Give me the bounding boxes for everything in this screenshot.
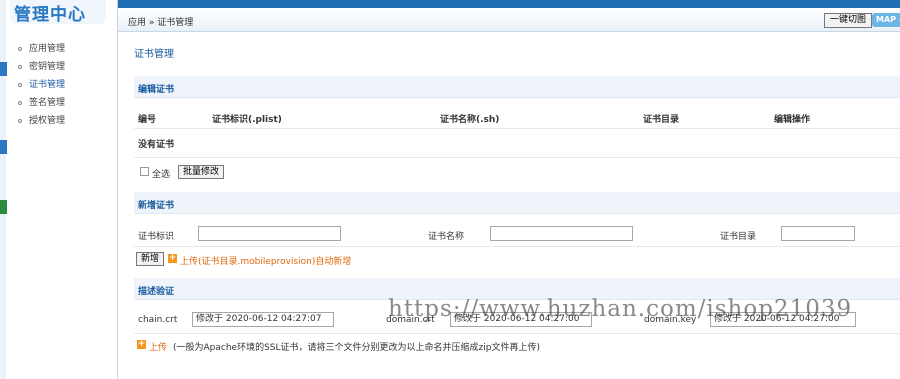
section-title: 编辑证书	[138, 85, 175, 95]
column-header-dir: 证书目录	[643, 115, 680, 125]
breadcrumb: 应用 » 证书管理	[128, 18, 194, 28]
cert-name-label: 证书名称	[428, 232, 465, 242]
select-all-label: 全选	[152, 170, 171, 180]
domain-crt-label: domain.crt	[386, 315, 435, 325]
column-header-id: 编号	[138, 115, 157, 125]
batch-edit-button[interactable]: 批量修改	[178, 165, 225, 179]
strip-icon	[0, 200, 7, 214]
chain-crt-label: chain.crt	[138, 315, 178, 325]
sidebar-item-label: 签名管理	[29, 98, 66, 108]
divider	[134, 128, 900, 129]
strip-icon	[0, 62, 7, 76]
cert-dir-input[interactable]	[781, 226, 855, 241]
map-button[interactable]: MAP ◂	[872, 13, 900, 27]
plus-icon: +	[137, 339, 146, 349]
column-header-sh: 证书名称(.sh)	[440, 115, 500, 125]
select-all-checkbox[interactable]	[140, 167, 149, 176]
sidebar-item-certificates[interactable]: 证书管理	[18, 76, 65, 94]
verify-section-header: 描述验证	[134, 278, 900, 300]
divider	[134, 157, 900, 158]
cert-name-input[interactable]	[490, 226, 633, 241]
side-strip	[0, 0, 7, 379]
bullet-icon	[18, 101, 22, 105]
edit-section-header: 编辑证书	[134, 76, 900, 98]
bullet-icon	[18, 83, 22, 87]
strip-icon	[0, 140, 7, 154]
main-content: 证书管理 编辑证书 编号 证书标识(.plist) 证书名称(.sh) 证书目录…	[118, 33, 900, 379]
domain-key-field[interactable]: 修改于 2020-06-12 04:27:00	[710, 312, 856, 327]
new-section-header: 新增证书	[134, 192, 900, 214]
sidebar-item-signatures[interactable]: 签名管理	[18, 94, 65, 112]
switch-view-button[interactable]: 一键切图	[824, 13, 873, 28]
chain-crt-field[interactable]: 修改于 2020-06-12 04:27:07	[192, 312, 334, 327]
sidebar-item-label: 密钥管理	[29, 62, 66, 72]
upload-hint: (一般为Apache环境的SSL证书，请将三个文件分别更改为以上命名并压缩成zi…	[173, 343, 540, 353]
divider	[134, 333, 900, 334]
plus-icon: +	[168, 253, 177, 263]
column-header-plist: 证书标识(.plist)	[212, 115, 282, 125]
sidebar-menu: 应用管理 密钥管理 证书管理 签名管理 授权管理	[18, 40, 65, 130]
domain-crt-field[interactable]: 修改于 2020-06-12 04:27:00	[450, 312, 592, 327]
top-bar	[118, 0, 900, 8]
empty-message: 没有证书	[138, 140, 175, 150]
cert-id-label: 证书标识	[138, 232, 175, 242]
bullet-icon	[18, 47, 22, 51]
section-title: 新增证书	[138, 201, 175, 211]
sidebar-item-label: 应用管理	[29, 44, 66, 54]
cert-dir-label: 证书目录	[720, 232, 757, 242]
sidebar-item-authorization[interactable]: 授权管理	[18, 112, 65, 130]
domain-key-label: domain.key	[644, 315, 697, 325]
bullet-icon	[18, 65, 22, 69]
sidebar: 管理中心 应用管理 密钥管理 证书管理 签名管理 授权管理	[0, 0, 118, 379]
section-title: 描述验证	[138, 287, 175, 297]
page-title: 证书管理	[134, 49, 174, 60]
sidebar-item-keys[interactable]: 密钥管理	[18, 58, 65, 76]
sidebar-item-apps[interactable]: 应用管理	[18, 40, 65, 58]
cert-id-input[interactable]	[198, 226, 341, 241]
upload-ssl-link[interactable]: 上传	[149, 340, 167, 353]
logo: 管理中心	[14, 5, 86, 25]
column-header-actions: 编辑操作	[774, 115, 811, 125]
bullet-icon	[18, 119, 22, 123]
breadcrumb-bar: 应用 » 证书管理 一键切图 MAP ◂	[118, 8, 900, 32]
divider	[134, 246, 900, 247]
add-button[interactable]: 新增	[136, 252, 165, 266]
upload-mobileprovision-link[interactable]: 上传(证书目录.mobileprovision)自动新增	[180, 254, 351, 267]
sidebar-item-label: 授权管理	[29, 116, 66, 126]
sidebar-item-label: 证书管理	[29, 80, 66, 90]
